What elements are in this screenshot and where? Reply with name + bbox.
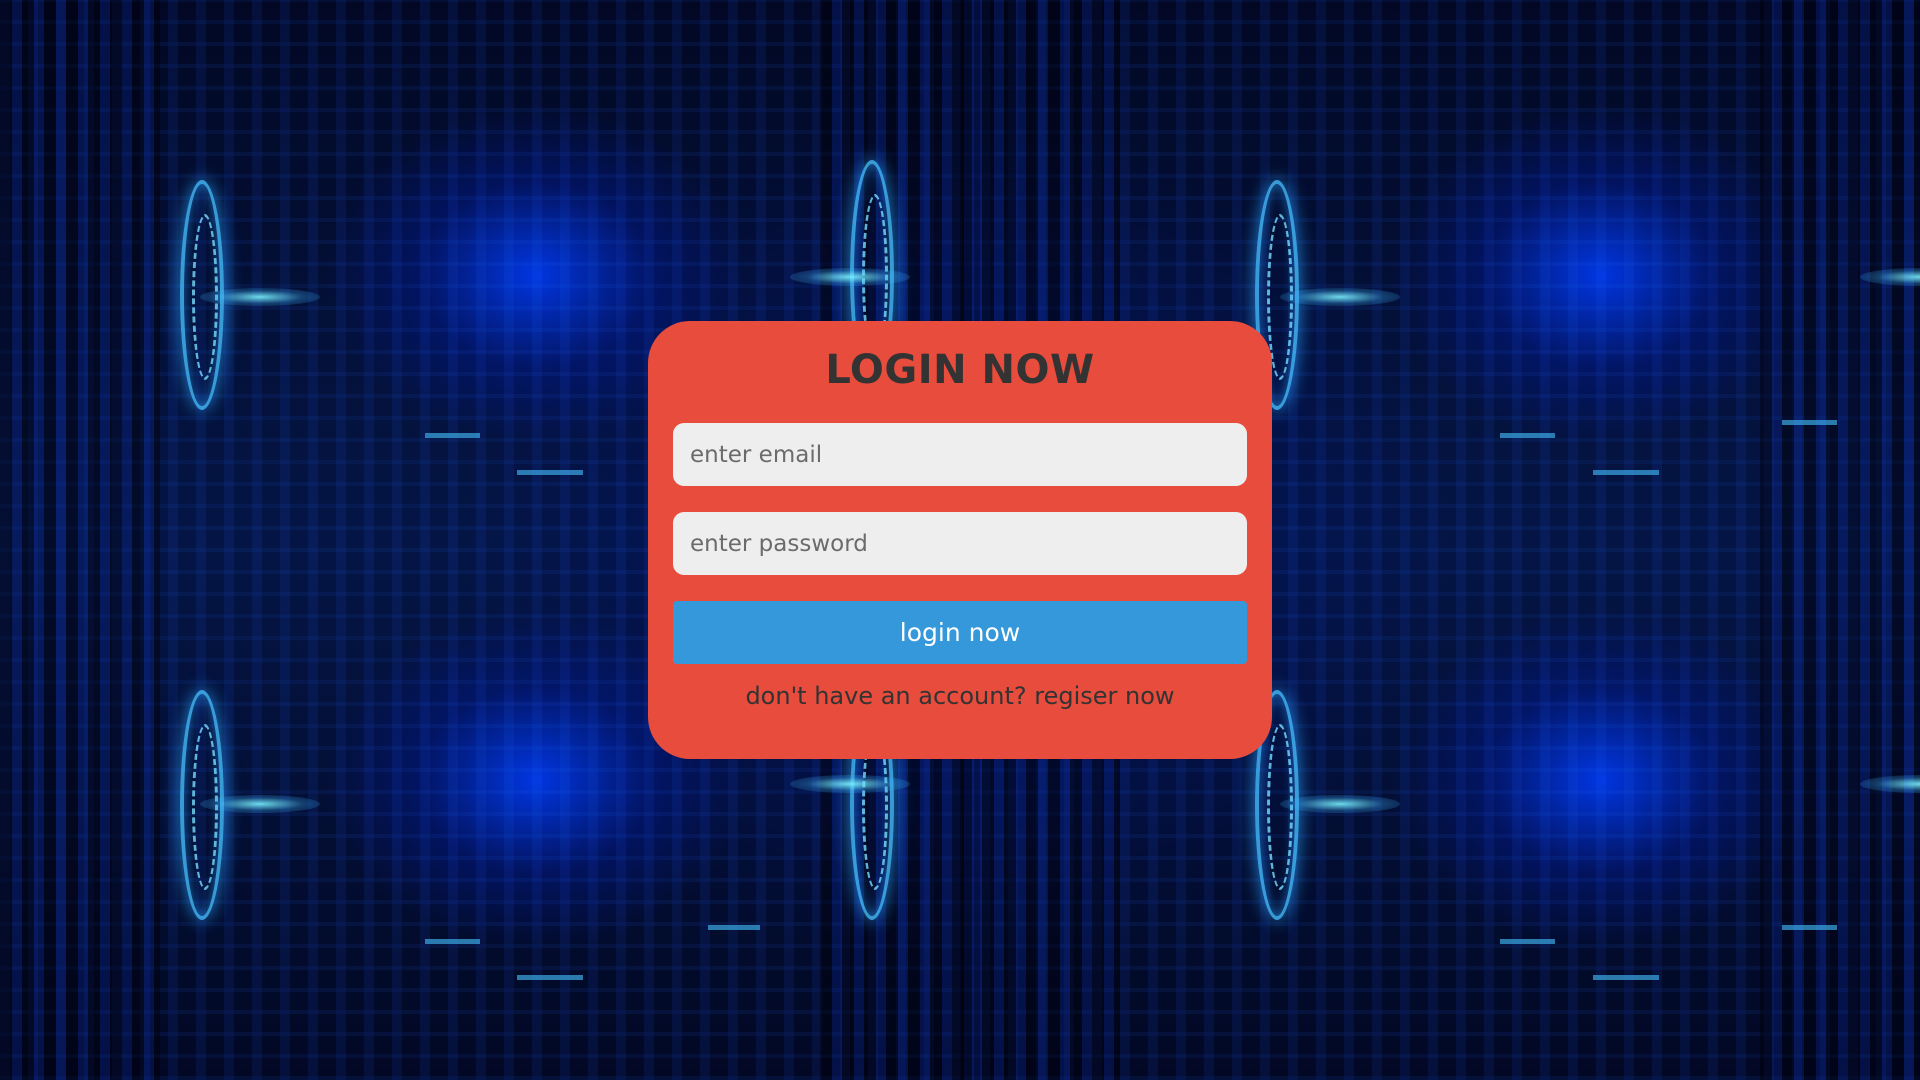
login-form: LOGIN NOW login now don't have an accoun… [648,321,1272,759]
background-dash [1593,975,1659,980]
background-dash [1782,420,1837,425]
background-pillar [1760,0,1920,1080]
register-prompt: don't have an account? regiser now [673,682,1247,710]
background-dash [425,433,480,438]
background-dash [1593,470,1659,475]
background-dash [425,939,480,944]
background-dash [517,975,583,980]
background-pillar [0,0,160,1080]
login-button[interactable]: login now [673,601,1247,664]
background-dash [1500,433,1555,438]
register-link[interactable]: regiser now [1034,682,1174,710]
background-light-beam [200,795,320,813]
login-title: LOGIN NOW [825,347,1095,393]
background-light-beam [1280,288,1400,306]
background-light-beam [1280,795,1400,813]
background-light-beam [790,775,910,793]
background-dash [1782,925,1837,930]
background-dash [708,925,760,930]
background-dash [517,470,583,475]
background-dash [1500,939,1555,944]
background-light-beam [200,288,320,306]
register-prompt-text: don't have an account? [745,682,1027,710]
password-input[interactable] [673,512,1247,575]
background-light-beam [790,268,910,286]
email-input[interactable] [673,423,1247,486]
